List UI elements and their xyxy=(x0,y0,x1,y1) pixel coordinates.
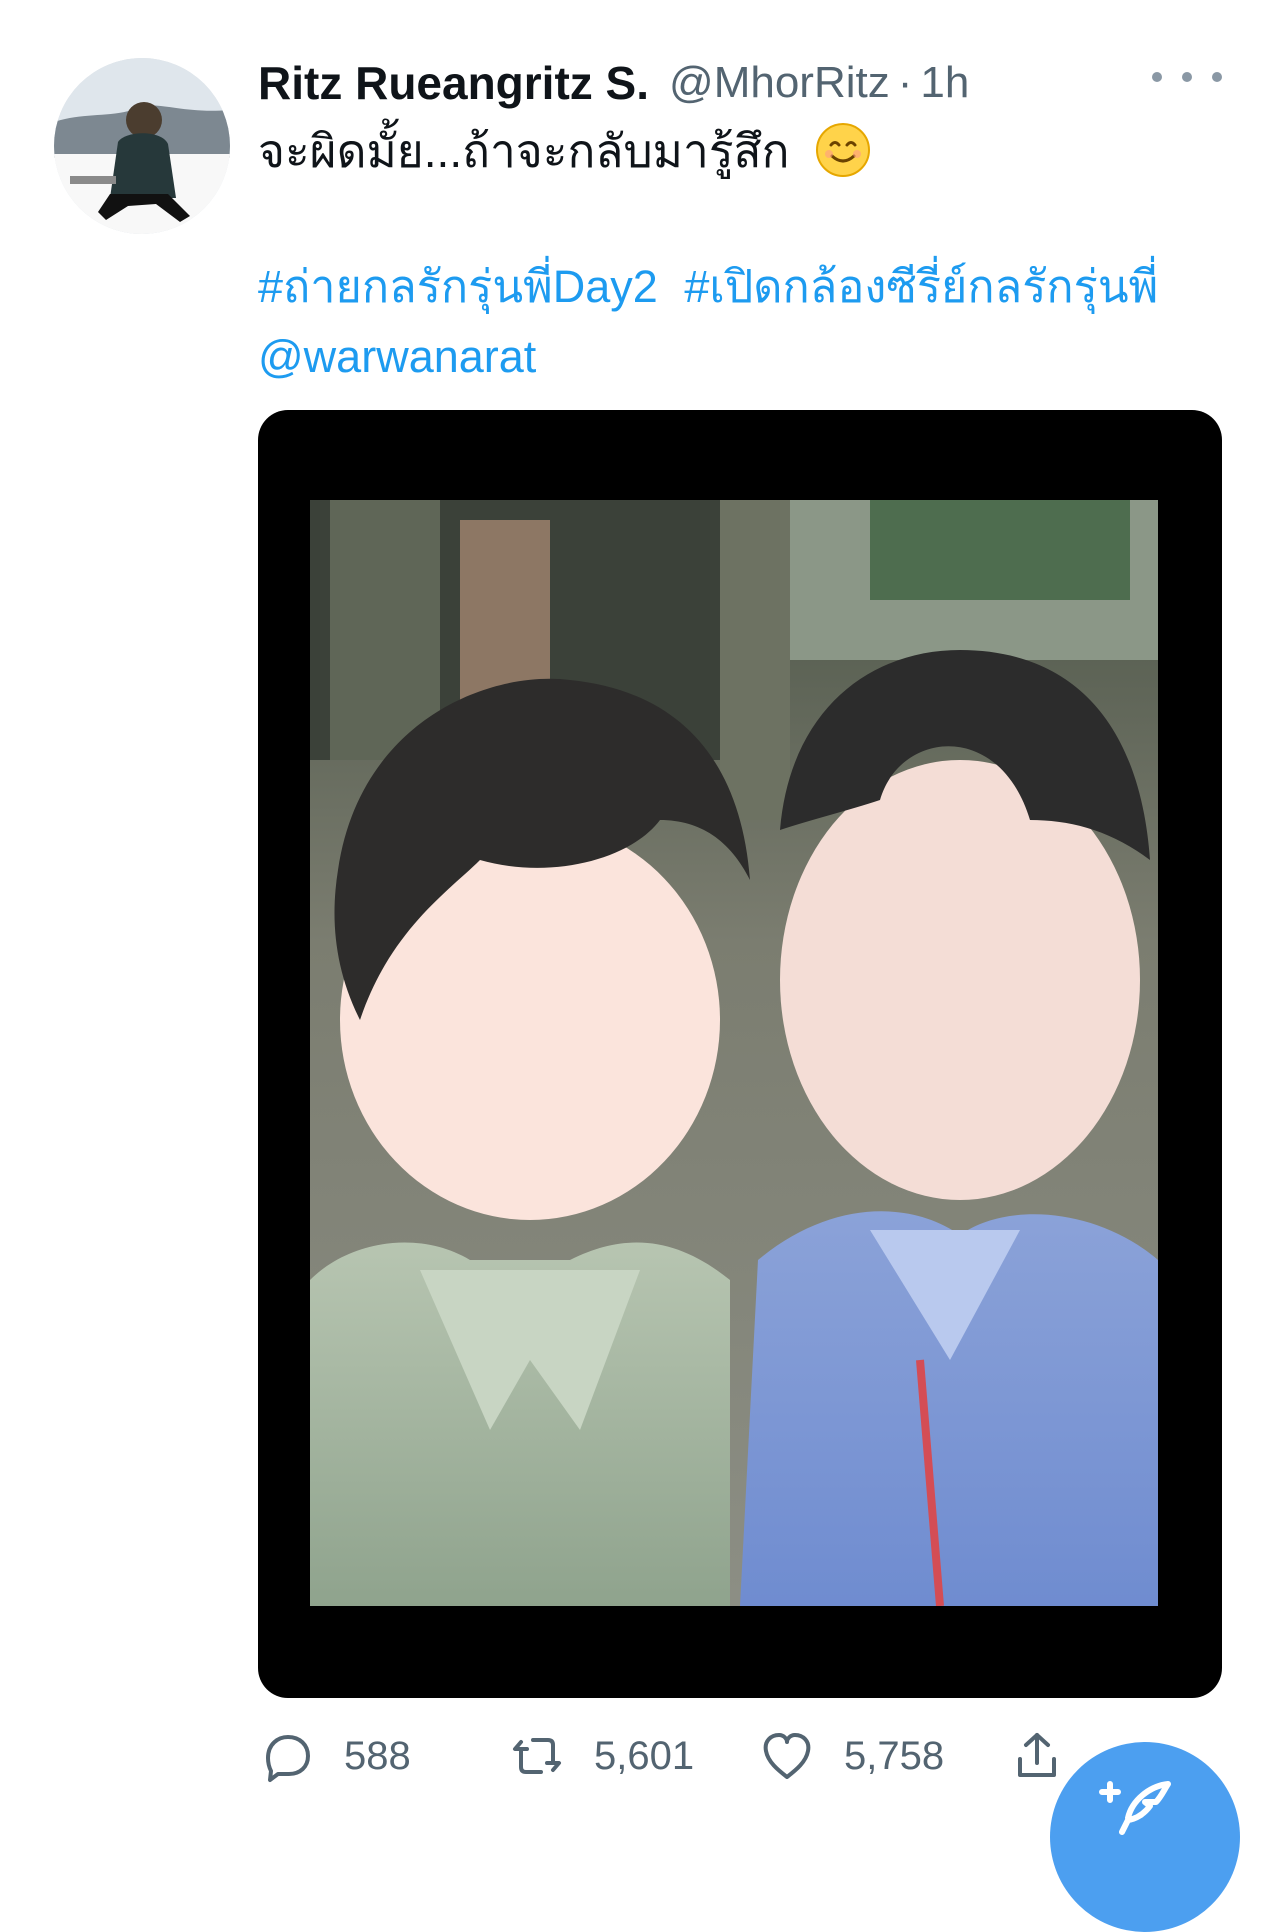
reply-count: 588 xyxy=(344,1733,411,1778)
separator-dot: · xyxy=(897,58,913,107)
mention-link[interactable]: @warwanarat xyxy=(258,331,536,382)
hashtag-link[interactable]: #เปิดกล้องซีรี่ย์กลรักรุ่นพี่ xyxy=(684,261,1158,312)
compose-button[interactable] xyxy=(1050,1742,1240,1932)
more-dot xyxy=(1182,72,1192,82)
like-count: 5,758 xyxy=(844,1733,945,1778)
share-icon xyxy=(1008,1727,1066,1785)
reply-icon xyxy=(258,1727,316,1785)
retweet-count: 5,601 xyxy=(594,1733,695,1778)
tweet-actions: 588 5,601 5,758 xyxy=(258,1726,1098,1786)
avatar-image xyxy=(54,58,230,234)
retweet-icon xyxy=(508,1727,566,1785)
retweet-button[interactable]: 5,601 xyxy=(508,1726,694,1786)
timestamp[interactable]: 1h xyxy=(920,58,969,108)
heart-icon xyxy=(758,1727,816,1785)
tweet-header: Ritz Rueangritz S. @MhorRitz · 1h xyxy=(258,48,1218,118)
tweet-text-content: จะผิดมั้ย...ถ้าจะกลับมารู้สึก xyxy=(258,125,790,177)
photo-image xyxy=(310,500,1158,1606)
display-name[interactable]: Ritz Rueangritz S. xyxy=(258,56,649,110)
reply-button[interactable]: 588 xyxy=(258,1726,411,1786)
share-button[interactable] xyxy=(1008,1726,1066,1786)
like-button[interactable]: 5,758 xyxy=(758,1726,944,1786)
tweet-card: Ritz Rueangritz S. @MhorRitz · 1h จะผิดม… xyxy=(0,0,1280,1932)
smiling-face-icon xyxy=(814,121,872,179)
more-icon[interactable] xyxy=(1152,62,1222,92)
user-handle[interactable]: @MhorRitz xyxy=(669,58,890,108)
selfie-photo xyxy=(310,500,1158,1606)
compose-icon xyxy=(1099,1781,1171,1835)
more-dot xyxy=(1212,72,1222,82)
more-dot xyxy=(1152,72,1162,82)
avatar[interactable] xyxy=(54,58,230,234)
hashtag-block: #ถ่ายกลรักรุ่นพี่Day2 #เปิดกล้องซีรี่ย์ก… xyxy=(258,252,1218,392)
hashtag-link[interactable]: #ถ่ายกลรักรุ่นพี่Day2 xyxy=(258,261,658,312)
tweet-media[interactable] xyxy=(258,410,1222,1698)
tweet-text: จะผิดมั้ย...ถ้าจะกลับมารู้สึก xyxy=(258,118,1238,184)
